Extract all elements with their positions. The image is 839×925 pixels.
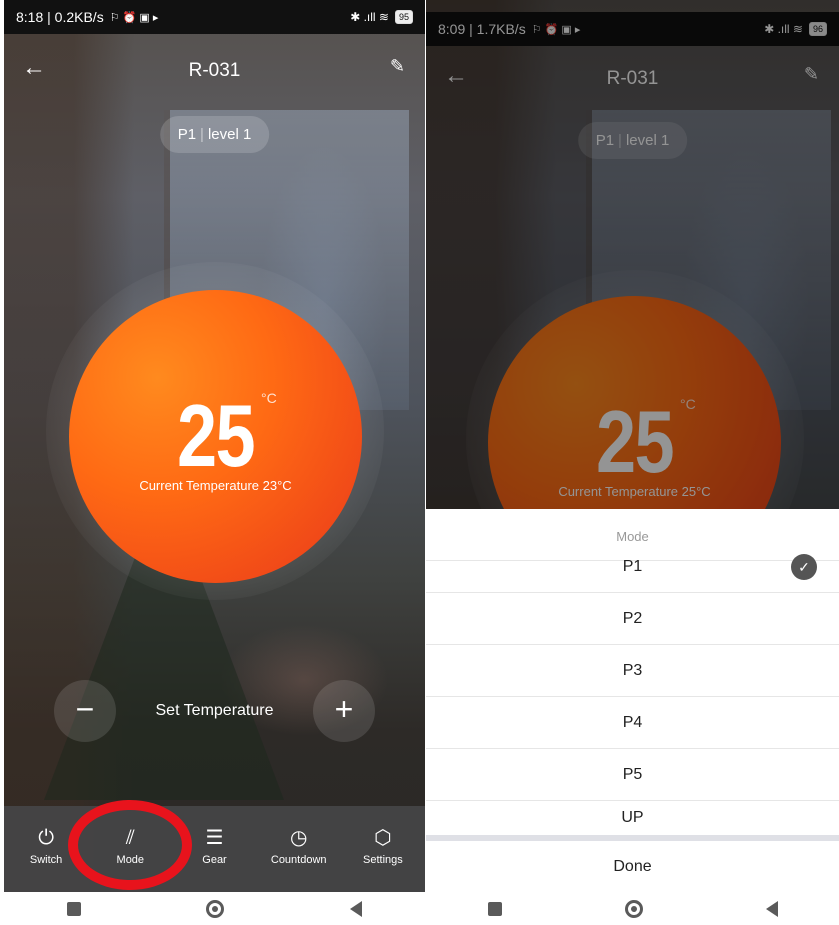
mode-option-p1[interactable]: P1 ✓: [426, 541, 839, 593]
mode-option-p2[interactable]: P2: [426, 593, 839, 645]
battery-icon: 95: [394, 10, 413, 24]
status-bar: 8:18 | 0.2KB/s ⚐ ⏰ ▣ ▸ ✱ .ıll ≋ 95: [4, 0, 425, 34]
mode-highlight-circle: [68, 800, 192, 890]
signal-icon: ✱ .ıll ≋: [350, 10, 389, 24]
temperature-dial: 25 °C Current Temperature 23°C: [69, 290, 362, 583]
set-temperature-value: 25: [176, 386, 256, 485]
back-triangle-icon[interactable]: [765, 900, 778, 917]
mode-option-p5[interactable]: P5: [426, 749, 839, 801]
tab-countdown[interactable]: ◷ Countdown: [257, 806, 341, 892]
status-icons: ⚐ ⏰ ▣ ▸: [109, 11, 159, 24]
mode-option-up[interactable]: UP: [426, 801, 839, 835]
app-bar: ← R-031 ✎: [4, 34, 425, 106]
increase-temperature-button[interactable]: +: [313, 680, 375, 742]
mode-picker-sheet: Mode P1 ✓ P2 P3 P4 P5 UP Done: [426, 509, 839, 892]
cube-settings-icon: ⬡: [374, 827, 392, 849]
status-time: 8:18 | 0.2KB/s: [16, 9, 104, 25]
device-title: R-031: [188, 60, 241, 81]
selected-check-icon: ✓: [791, 554, 817, 580]
thermostat-screen: 8:18 | 0.2KB/s ⚐ ⏰ ▣ ▸ ✱ .ıll ≋ 95 ← R-0…: [4, 0, 425, 892]
tab-label: Settings: [363, 854, 403, 866]
home-circle-icon[interactable]: [206, 899, 225, 918]
left-system-nav-bar: [4, 892, 425, 925]
edit-pencil-icon[interactable]: ✎: [390, 56, 405, 77]
mode-level-pill: P1 | level 1: [159, 116, 270, 153]
option-label: P1: [622, 558, 643, 575]
tab-label: Switch: [29, 854, 63, 866]
tab-label: Countdown: [270, 854, 327, 866]
bottom-tab-bar: ⏻ Switch ⫽ Mode ☰ Gear ◷ Countdown ⬡ Set…: [4, 806, 425, 892]
timer-icon: ◷: [289, 827, 308, 849]
tab-label: Gear: [202, 854, 227, 866]
recents-square-icon[interactable]: [487, 901, 502, 916]
level-value: level 1: [207, 126, 252, 143]
done-button[interactable]: Done: [426, 841, 839, 892]
temperature-controls: − Set Temperature +: [4, 680, 425, 744]
temperature-unit: °C: [261, 390, 277, 406]
back-triangle-icon[interactable]: [350, 900, 363, 917]
right-system-nav-bar: [426, 892, 839, 925]
mode-value: P1: [177, 126, 197, 143]
recents-square-icon[interactable]: [66, 901, 81, 916]
thermostat-mode-picker-screen: 8:09 | 1.7KB/s ⚐ ⏰ ▣ ▸ ✱ .ıll ≋ 96 ← R-0…: [426, 0, 839, 892]
mode-option-p4[interactable]: P4: [426, 697, 839, 749]
mode-option-p3[interactable]: P3: [426, 645, 839, 697]
current-temperature: Current Temperature 23°C: [139, 478, 292, 493]
home-circle-icon[interactable]: [624, 899, 643, 918]
tab-settings[interactable]: ⬡ Settings: [341, 806, 425, 892]
